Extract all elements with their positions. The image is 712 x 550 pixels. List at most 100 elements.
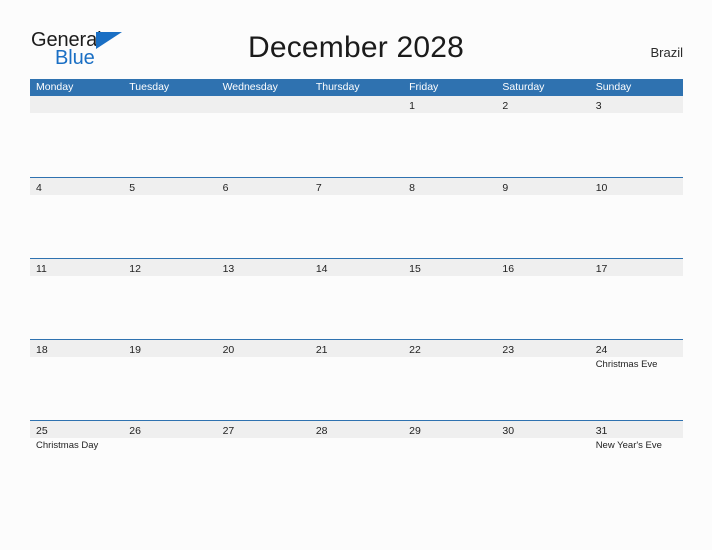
day-events — [403, 276, 496, 278]
calendar-week-row: 1 2 3 — [30, 96, 683, 177]
day-events — [217, 113, 310, 115]
day-number-strip: 17 — [589, 259, 683, 276]
weekday-thursday: Thursday — [315, 81, 360, 93]
day-events — [310, 113, 403, 115]
holiday-event: Christmas Day — [36, 440, 99, 451]
calendar-week-row: 25 Christmas Day 26 27 28 29 30 31 New Y… — [30, 420, 683, 501]
calendar-day-cell[interactable]: 24 Christmas Eve — [589, 340, 683, 420]
month-calendar: Monday Tuesday Wednesday Thursday Friday… — [30, 79, 683, 501]
calendar-week-row: 18 19 20 21 22 23 24 Christmas Eve — [30, 339, 683, 420]
day-number-strip: 12 — [123, 259, 217, 276]
day-number: 8 — [409, 182, 415, 194]
day-number-strip — [216, 96, 310, 113]
day-number: 21 — [315, 344, 328, 356]
day-events — [310, 438, 403, 440]
calendar-day-cell[interactable]: 6 — [216, 178, 310, 258]
calendar-day-cell[interactable]: 5 — [123, 178, 217, 258]
day-number: 16 — [502, 263, 515, 275]
day-events — [496, 195, 589, 197]
day-number: 22 — [409, 344, 421, 356]
day-number-strip: 10 — [589, 178, 683, 195]
weekday-header-row: Monday Tuesday Wednesday Thursday Friday… — [30, 79, 683, 96]
day-events — [590, 195, 683, 197]
calendar-day-cell[interactable]: 3 — [589, 96, 683, 177]
day-events — [123, 113, 216, 115]
calendar-day-cell[interactable]: 16 — [496, 259, 590, 339]
day-events — [496, 438, 589, 440]
day-events — [30, 113, 123, 115]
day-number-strip: 22 — [403, 340, 497, 357]
calendar-day-cell[interactable]: 19 — [123, 340, 217, 420]
calendar-day-cell[interactable]: 13 — [216, 259, 310, 339]
day-number: 4 — [36, 182, 42, 194]
calendar-day-cell[interactable]: 8 — [403, 178, 497, 258]
calendar-day-cell[interactable]: 21 — [309, 340, 404, 420]
day-number-strip: 16 — [496, 259, 590, 276]
calendar-day-cell[interactable]: 28 — [309, 421, 404, 501]
calendar-day-cell[interactable] — [30, 96, 124, 177]
calendar-day-cell[interactable]: 7 — [309, 178, 404, 258]
day-number-strip: 30 — [496, 421, 590, 438]
weekday-sunday: Sunday — [595, 81, 632, 93]
day-number-strip: 26 — [123, 421, 217, 438]
day-events — [590, 113, 683, 115]
day-number: 3 — [595, 100, 602, 112]
day-number: 30 — [502, 425, 515, 437]
calendar-day-cell[interactable]: 27 — [216, 421, 310, 501]
day-number-strip: 24 — [589, 340, 683, 357]
day-number-strip: 25 — [30, 421, 124, 438]
day-number-strip: 2 — [496, 96, 590, 113]
day-events — [217, 438, 310, 440]
day-number: 12 — [129, 263, 141, 275]
calendar-day-cell[interactable]: 22 — [403, 340, 497, 420]
calendar-day-cell[interactable]: 23 — [496, 340, 590, 420]
day-number-strip — [123, 96, 217, 113]
day-events — [403, 357, 496, 359]
day-events — [310, 276, 403, 278]
calendar-day-cell[interactable]: 4 — [30, 178, 124, 258]
day-number-strip: 31 — [589, 421, 683, 438]
calendar-day-cell[interactable]: 2 — [496, 96, 590, 177]
calendar-day-cell[interactable]: 11 — [30, 259, 124, 339]
calendar-day-cell[interactable]: 14 — [309, 259, 404, 339]
day-number-strip: 28 — [309, 421, 404, 438]
calendar-day-cell[interactable]: 12 — [123, 259, 217, 339]
day-events: Christmas Eve — [590, 357, 683, 371]
day-number-strip — [309, 96, 404, 113]
day-number: 15 — [409, 263, 421, 275]
calendar-day-cell[interactable]: 25 Christmas Day — [30, 421, 124, 501]
calendar-day-cell[interactable]: 30 — [496, 421, 590, 501]
day-number-strip: 7 — [309, 178, 404, 195]
calendar-day-cell[interactable] — [309, 96, 404, 177]
day-number-strip: 3 — [589, 96, 683, 113]
day-number: 1 — [409, 100, 415, 112]
calendar-day-cell[interactable]: 10 — [589, 178, 683, 258]
holiday-event: New Year's Eve — [595, 440, 662, 451]
day-number-strip: 21 — [309, 340, 404, 357]
calendar-day-cell[interactable]: 15 — [403, 259, 497, 339]
calendar-week-row: 4 5 6 7 8 9 10 — [30, 177, 683, 258]
calendar-day-cell[interactable]: 20 — [216, 340, 310, 420]
day-number-strip: 6 — [216, 178, 310, 195]
day-events — [496, 276, 589, 278]
weekday-monday: Monday — [36, 81, 74, 93]
day-number-strip: 29 — [403, 421, 497, 438]
calendar-day-cell[interactable] — [123, 96, 217, 177]
day-number-strip: 11 — [30, 259, 124, 276]
day-events — [217, 357, 310, 359]
calendar-day-cell[interactable]: 9 — [496, 178, 590, 258]
day-number: 29 — [409, 425, 421, 437]
calendar-day-cell[interactable]: 29 — [403, 421, 497, 501]
day-number-strip: 27 — [216, 421, 310, 438]
calendar-day-cell[interactable]: 18 — [30, 340, 124, 420]
calendar-day-cell[interactable]: 1 — [403, 96, 497, 177]
calendar-day-cell[interactable]: 31 New Year's Eve — [589, 421, 683, 501]
calendar-day-cell[interactable]: 17 — [589, 259, 683, 339]
day-number: 31 — [595, 425, 608, 437]
day-number: 18 — [36, 344, 48, 356]
calendar-day-cell[interactable] — [216, 96, 310, 177]
day-events — [30, 357, 123, 359]
day-number-strip: 20 — [216, 340, 310, 357]
day-number-strip: 4 — [30, 178, 124, 195]
calendar-day-cell[interactable]: 26 — [123, 421, 217, 501]
